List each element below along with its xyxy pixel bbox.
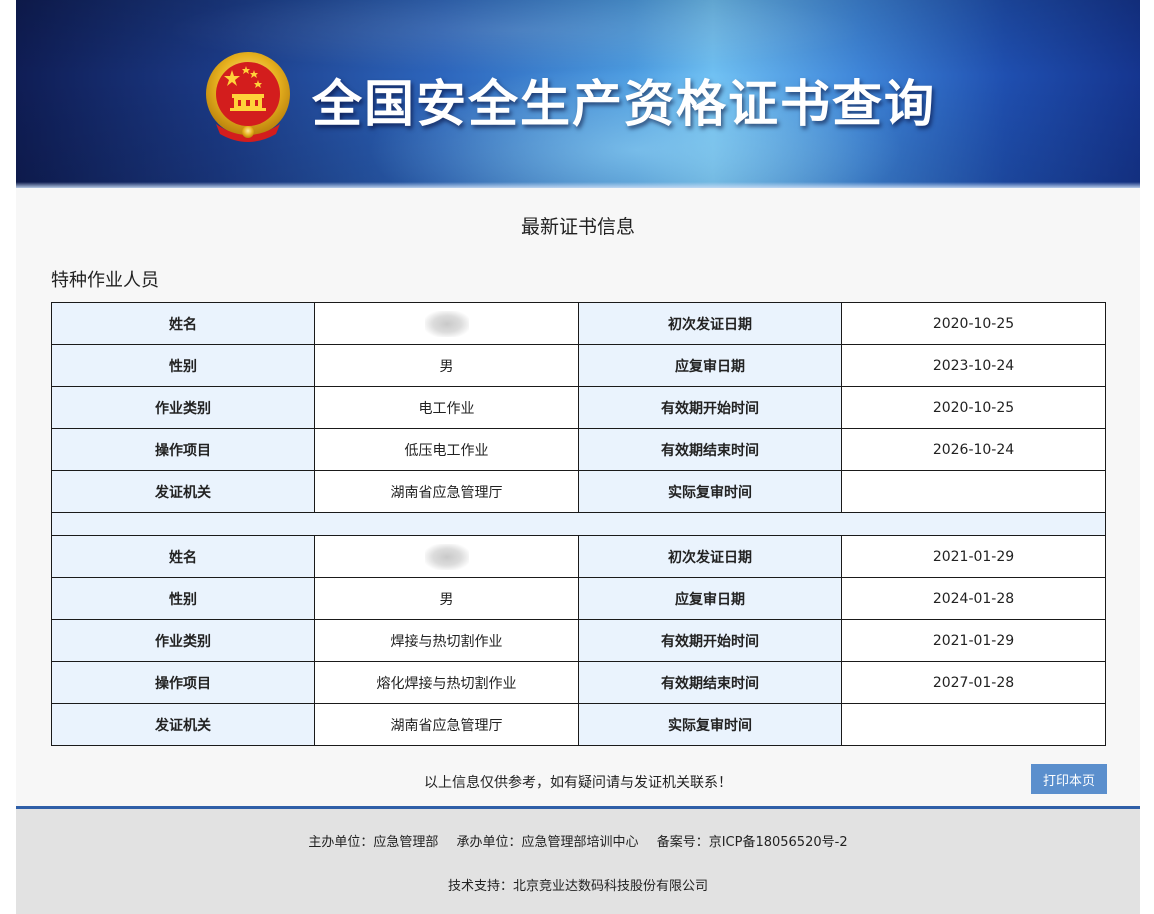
table-row: 姓名 初次发证日期 2021-01-29 <box>51 535 1106 578</box>
value-job-type: 焊接与热切割作业 <box>314 619 579 662</box>
value-gender: 男 <box>314 344 579 387</box>
value-issuer: 湖南省应急管理厅 <box>314 703 579 746</box>
header-banner: 全国安全生产资格证书查询 <box>16 0 1140 188</box>
redacted-name <box>424 310 469 337</box>
label-actual-review: 实际复审时间 <box>578 703 842 746</box>
table-row: 性别 男 应复审日期 2023-10-24 <box>51 344 1106 387</box>
label-valid-end: 有效期结束时间 <box>578 428 842 471</box>
label-first-issue-date: 初次发证日期 <box>578 535 842 578</box>
label-operation-item: 操作项目 <box>51 428 315 471</box>
value-actual-review <box>841 470 1106 513</box>
value-gender: 男 <box>314 577 579 620</box>
value-first-issue-date: 2020-10-25 <box>841 302 1106 345</box>
value-valid-end: 2027-01-28 <box>841 661 1106 704</box>
value-valid-start: 2021-01-29 <box>841 619 1106 662</box>
value-valid-start: 2020-10-25 <box>841 386 1106 429</box>
table-row: 作业类别 电工作业 有效期开始时间 2020-10-25 <box>51 386 1106 429</box>
label-review-due-date: 应复审日期 <box>578 577 842 620</box>
table-row: 操作项目 熔化焊接与热切割作业 有效期结束时间 2027-01-28 <box>51 661 1106 704</box>
value-actual-review <box>841 703 1106 746</box>
page: 全国安全生产资格证书查询 最新证书信息 特种作业人员 姓名 初次发证日期 202… <box>16 0 1140 914</box>
table-row: 姓名 初次发证日期 2020-10-25 <box>51 302 1106 345</box>
value-valid-end: 2026-10-24 <box>841 428 1106 471</box>
label-gender: 性别 <box>51 577 315 620</box>
label-job-type: 作业类别 <box>51 386 315 429</box>
value-review-due-date: 2024-01-28 <box>841 577 1106 620</box>
label-actual-review: 实际复审时间 <box>578 470 842 513</box>
table-row: 发证机关 湖南省应急管理厅 实际复审时间 <box>51 470 1106 513</box>
value-name <box>314 302 579 345</box>
label-name: 姓名 <box>51 302 315 345</box>
category-title: 特种作业人员 <box>51 270 159 291</box>
footer-tech-support: 技术支持：北京竞业达数码科技股份有限公司 <box>447 879 708 894</box>
print-page-button[interactable]: 打印本页 <box>1031 764 1107 794</box>
value-issuer: 湖南省应急管理厅 <box>314 470 579 513</box>
value-review-due-date: 2023-10-24 <box>841 344 1106 387</box>
value-first-issue-date: 2021-01-29 <box>841 535 1106 578</box>
footer: 主办单位：应急管理部 承办单位：应急管理部培训中心 备案号：京ICP备18056… <box>16 806 1140 914</box>
footer-icp: 备案号：京ICP备18056520号-2 <box>656 835 848 850</box>
label-job-type: 作业类别 <box>51 619 315 662</box>
label-gender: 性别 <box>51 344 315 387</box>
value-name <box>314 535 579 578</box>
value-operation-item: 低压电工作业 <box>314 428 579 471</box>
record-separator <box>51 512 1106 536</box>
label-valid-start: 有效期开始时间 <box>578 619 842 662</box>
table-row: 操作项目 低压电工作业 有效期结束时间 2026-10-24 <box>51 428 1106 471</box>
value-operation-item: 熔化焊接与热切割作业 <box>314 661 579 704</box>
footer-info: 主办单位：应急管理部 承办单位：应急管理部培训中心 备案号：京ICP备18056… <box>16 831 1140 850</box>
label-review-due-date: 应复审日期 <box>578 344 842 387</box>
redacted-name <box>424 543 469 570</box>
label-operation-item: 操作项目 <box>51 661 315 704</box>
table-row: 发证机关 湖南省应急管理厅 实际复审时间 <box>51 703 1106 746</box>
banner-title: 全国安全生产资格证书查询 <box>312 75 936 133</box>
table-row: 作业类别 焊接与热切割作业 有效期开始时间 2021-01-29 <box>51 619 1106 662</box>
label-first-issue-date: 初次发证日期 <box>578 302 842 345</box>
national-emblem-icon <box>206 52 290 142</box>
footer-sponsor: 主办单位：应急管理部 <box>308 835 439 850</box>
label-name: 姓名 <box>51 535 315 578</box>
certificate-table: 姓名 初次发证日期 2020-10-25 性别 男 应复审日期 2023-10-… <box>51 302 1106 746</box>
label-valid-start: 有效期开始时间 <box>578 386 842 429</box>
value-job-type: 电工作业 <box>314 386 579 429</box>
label-issuer: 发证机关 <box>51 470 315 513</box>
label-issuer: 发证机关 <box>51 703 315 746</box>
section-title: 最新证书信息 <box>520 216 635 238</box>
label-valid-end: 有效期结束时间 <box>578 661 842 704</box>
footer-organizer: 承办单位：应急管理部培训中心 <box>456 835 639 850</box>
disclaimer-notice: 以上信息仅供参考，如有疑问请与发证机关联系！ <box>424 775 732 791</box>
table-row: 性别 男 应复审日期 2024-01-28 <box>51 577 1106 620</box>
